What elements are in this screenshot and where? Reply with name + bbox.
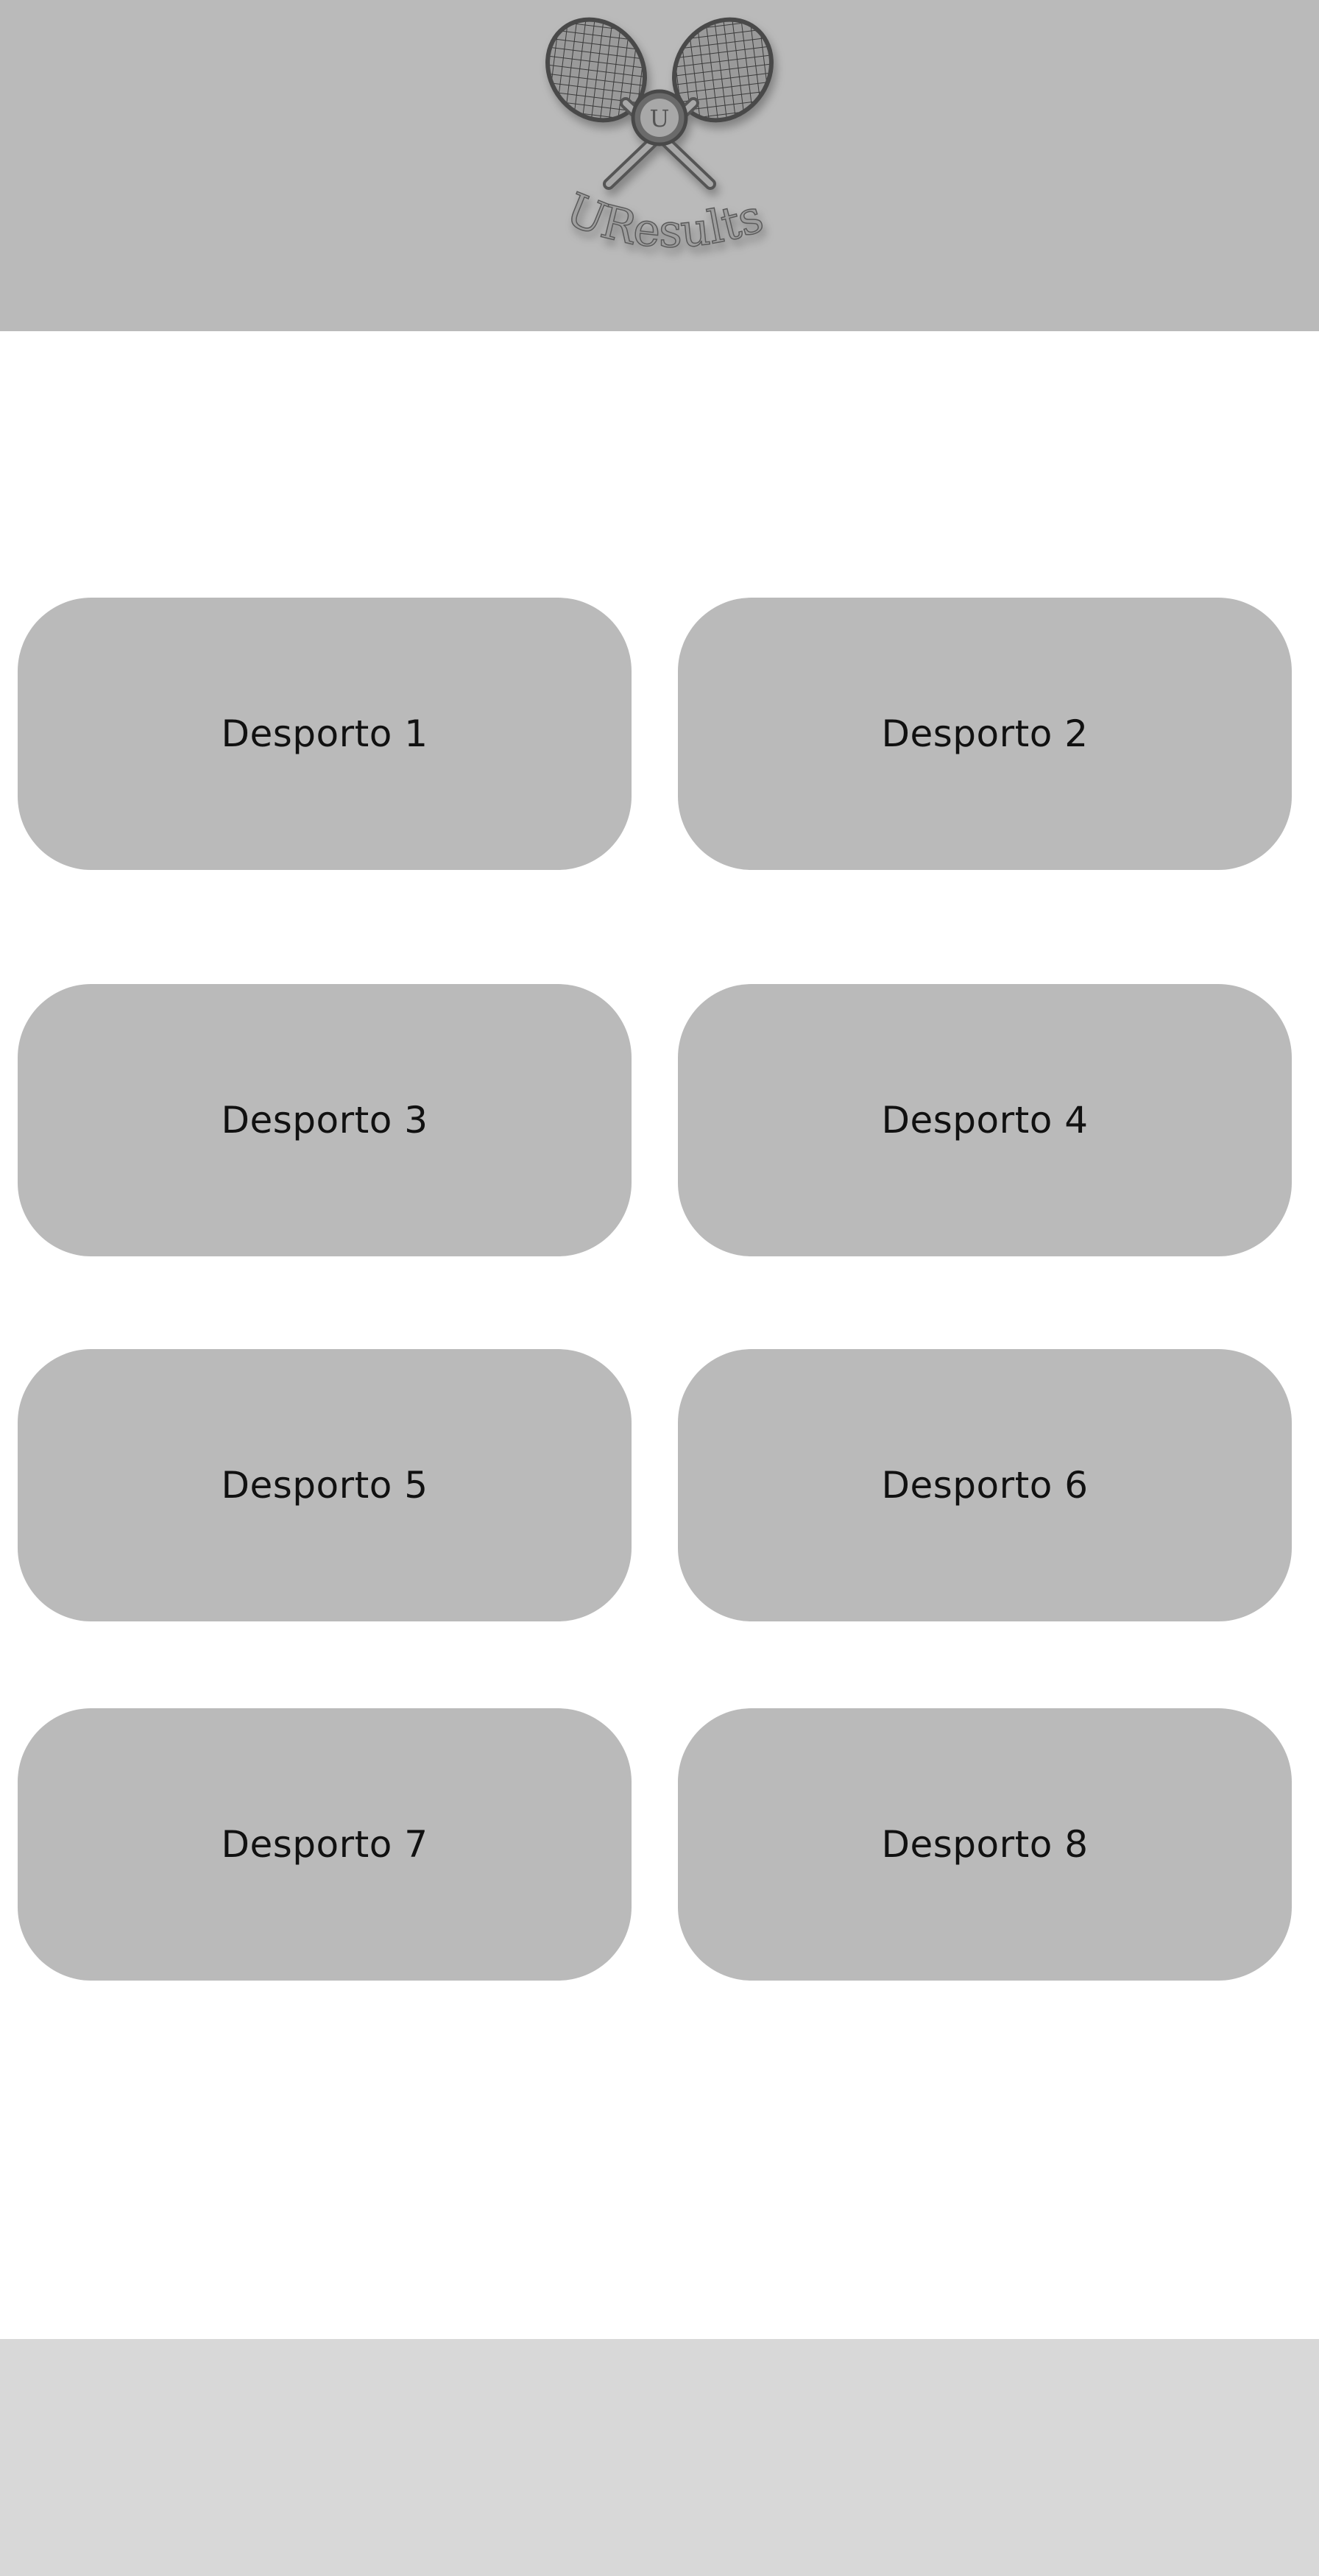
sport-button-5[interactable]: Desporto 5 — [18, 1349, 632, 1621]
sport-button-label: Desporto 7 — [221, 1823, 428, 1866]
sport-button-3[interactable]: Desporto 3 — [18, 984, 632, 1256]
sport-button-label: Desporto 1 — [221, 712, 428, 755]
sport-button-label: Desporto 2 — [881, 712, 1089, 755]
logo-wordmark: UResults — [558, 182, 770, 259]
sport-button-label: Desporto 4 — [881, 1099, 1089, 1142]
sport-button-1[interactable]: Desporto 1 — [18, 598, 632, 870]
sport-button-label: Desporto 6 — [881, 1464, 1089, 1507]
sport-button-2[interactable]: Desporto 2 — [678, 598, 1292, 870]
sport-button-7[interactable]: Desporto 7 — [18, 1708, 632, 1981]
sport-button-4[interactable]: Desporto 4 — [678, 984, 1292, 1256]
sport-button-label: Desporto 8 — [881, 1823, 1089, 1866]
sport-button-6[interactable]: Desporto 6 — [678, 1349, 1292, 1621]
sport-button-8[interactable]: Desporto 8 — [678, 1708, 1292, 1981]
uresults-logo[interactable]: U UResults — [515, 15, 804, 280]
svg-text:UResults: UResults — [559, 182, 769, 258]
sport-button-label: Desporto 3 — [221, 1099, 428, 1142]
header: U UResults — [0, 0, 1319, 331]
logo-badge-letter: U — [650, 105, 670, 132]
footer — [0, 2339, 1319, 2576]
crossed-tennis-rackets-icon: U UResults — [545, 17, 774, 258]
sport-button-label: Desporto 5 — [221, 1464, 428, 1507]
